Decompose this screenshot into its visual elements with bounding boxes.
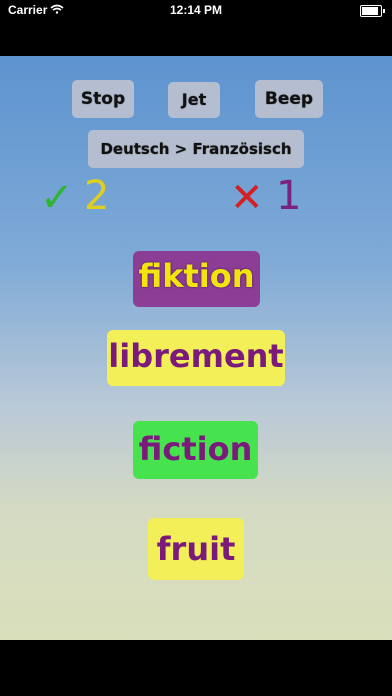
beep-button[interactable]: Beep: [255, 80, 323, 118]
phone-screen: Carrier 12:14 PM Stop Jet Beep Deutsch >…: [0, 0, 392, 696]
wrong-count: 1: [276, 173, 302, 219]
word-option-3[interactable]: fiction: [133, 421, 258, 479]
language-direction-button[interactable]: Deutsch > Französisch: [88, 130, 304, 168]
stop-button[interactable]: Stop: [72, 80, 134, 118]
correct-count: 2: [84, 173, 110, 219]
check-icon: ✓: [40, 175, 74, 221]
battery-icon: [360, 5, 385, 17]
cross-icon: ✕: [230, 175, 264, 221]
status-bar: Carrier 12:14 PM: [0, 0, 392, 22]
game-area: Stop Jet Beep Deutsch > Französisch ✓ 2 …: [0, 56, 392, 640]
jet-button[interactable]: Jet: [168, 82, 220, 118]
word-option-4[interactable]: fruit: [148, 518, 244, 580]
clock: 12:14 PM: [169, 3, 223, 17]
word-option-1[interactable]: fiktion: [133, 251, 260, 307]
word-option-2[interactable]: librement: [107, 330, 285, 386]
